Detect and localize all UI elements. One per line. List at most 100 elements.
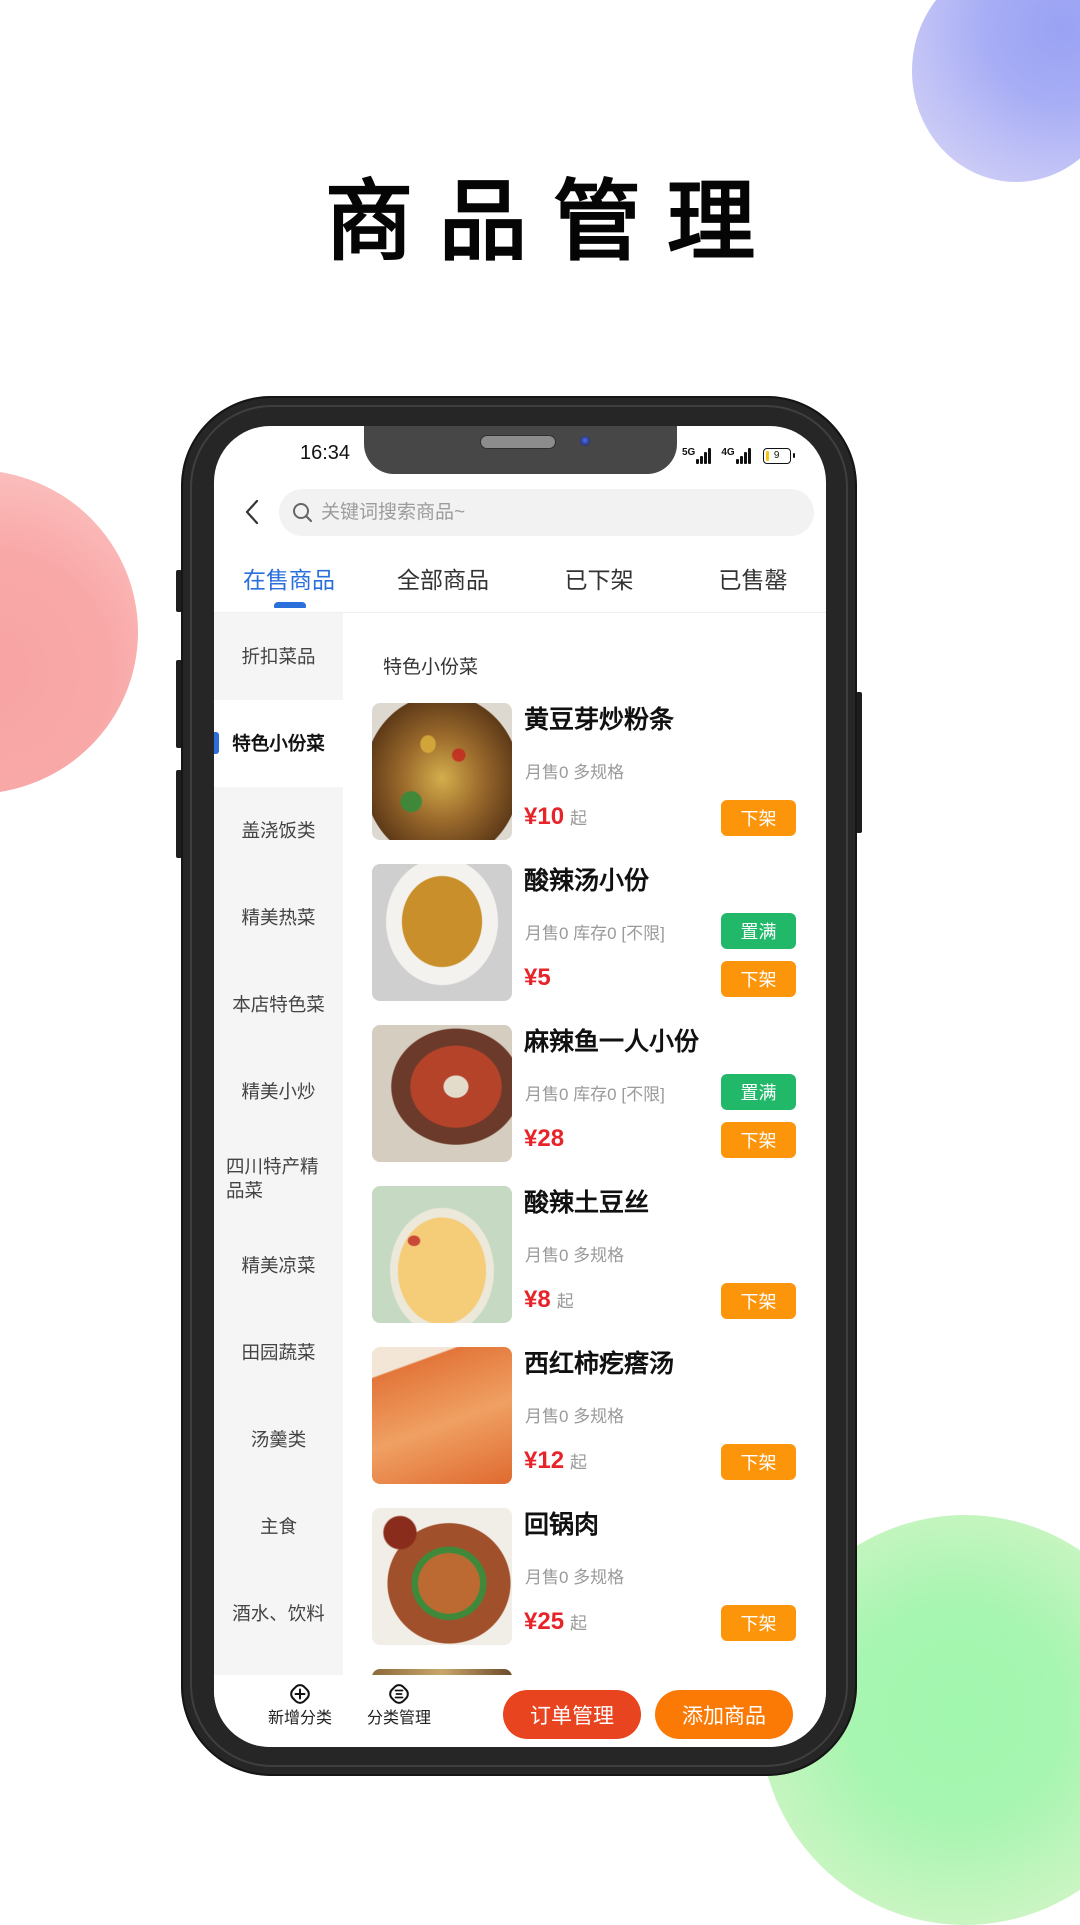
network-label-4g: 4G (721, 447, 735, 458)
tab-sold-out[interactable]: 已售罄 (678, 565, 826, 595)
decorative-blue-circle (912, 0, 1080, 182)
active-tab-indicator (274, 602, 306, 608)
price-value: ¥10 (524, 803, 565, 830)
product-row[interactable]: 黄豆芽炒粉条 月售0 多规格 ¥10 起 下架 (372, 703, 802, 843)
product-stats: 月售0 多规格 (525, 1568, 625, 1587)
product-image (372, 1025, 512, 1162)
status-icons: 5G 4G 9 (682, 442, 795, 464)
product-price: ¥28 (524, 1125, 564, 1156)
product-name: 回锅肉 (524, 1511, 600, 1539)
category-item[interactable]: 折扣菜品 (214, 613, 343, 700)
bottom-action-bar: 新增分类 分类管理 订单管理 添加商品 (214, 1675, 826, 1747)
decorative-pink-circle-clip (0, 470, 138, 794)
product-price: ¥25 起 (524, 1608, 587, 1639)
off-shelf-button[interactable]: 下架 (721, 1605, 796, 1641)
product-image (372, 864, 512, 1001)
active-category-marker (214, 732, 219, 754)
category-label: 汤羹类 (250, 1428, 307, 1450)
product-row[interactable]: 酸辣汤小份 月售0 库存0 [不限] ¥5 置满 下架 (372, 864, 802, 1004)
off-shelf-button[interactable]: 下架 (721, 961, 796, 997)
product-name: 西红柿疙瘩汤 (524, 1350, 675, 1378)
product-price: ¥8 起 (524, 1286, 574, 1317)
phone-notch (364, 426, 677, 474)
product-image (372, 1508, 512, 1645)
tab-off-shelf[interactable]: 已下架 (524, 565, 674, 595)
product-row[interactable]: 西红柿疙瘩汤 月售0 多规格 ¥12 起 下架 (372, 1347, 802, 1487)
category-label: 精美凉菜 (241, 1254, 316, 1276)
category-sidebar: 折扣菜品 特色小份菜 盖浇饭类 精美热菜 本店特色菜 精美小炒 四川特产精品菜 … (214, 613, 343, 1675)
category-item[interactable]: 精美凉菜 (214, 1222, 343, 1309)
fill-stock-button[interactable]: 置满 (721, 1074, 796, 1110)
category-item-active[interactable]: 特色小份菜 (214, 700, 343, 787)
product-name: 酸辣土豆丝 (524, 1189, 650, 1217)
product-stats: 月售0 多规格 (525, 1407, 625, 1426)
front-camera (580, 436, 590, 446)
category-label: 精美小炒 (241, 1080, 316, 1102)
category-item[interactable]: 田园蔬菜 (214, 1309, 343, 1396)
product-name: 麻辣鱼一人小份 (524, 1028, 700, 1056)
product-stats: 月售0 多规格 (525, 763, 625, 782)
fill-stock-button[interactable]: 置满 (721, 913, 796, 949)
category-item[interactable]: 主食 (214, 1483, 343, 1570)
back-button[interactable] (240, 498, 264, 526)
category-label: 本店特色菜 (232, 993, 325, 1015)
category-label: 特色小份菜 (232, 732, 325, 754)
product-name: 黄豆芽炒粉条 (524, 706, 675, 734)
off-shelf-button[interactable]: 下架 (721, 1122, 796, 1158)
product-image (372, 1347, 512, 1484)
category-label: 田园蔬菜 (241, 1341, 316, 1363)
price-suffix: 起 (570, 809, 588, 828)
product-image (372, 1186, 512, 1323)
price-value: ¥5 (524, 964, 551, 991)
order-management-button[interactable]: 订单管理 (503, 1690, 641, 1739)
chevron-left-icon (245, 499, 259, 525)
decorative-pink-circle (0, 470, 138, 794)
product-row[interactable]: 麻辣鱼一人小份 月售0 库存0 [不限] ¥28 置满 下架 (372, 1025, 802, 1165)
battery-level: 9 (773, 450, 780, 461)
category-label: 盖浇饭类 (241, 819, 316, 841)
product-row[interactable]: 回锅肉 月售0 多规格 ¥25 起 下架 (372, 1508, 802, 1648)
price-value: ¥28 (524, 1125, 565, 1152)
price-value: ¥25 (524, 1608, 565, 1635)
category-item[interactable]: 汤羹类 (214, 1396, 343, 1483)
search-icon (293, 503, 313, 523)
battery-level-fill (765, 451, 769, 461)
search-input[interactable] (321, 489, 791, 536)
page-title: 商品管理 (324, 172, 781, 271)
manage-category-button[interactable]: 分类管理 (354, 1681, 444, 1729)
price-value: ¥12 (524, 1447, 565, 1474)
add-category-button[interactable]: 新增分类 (255, 1681, 345, 1729)
signal-4g-icon: 4G (721, 447, 751, 464)
search-bar[interactable] (279, 489, 814, 536)
category-item[interactable]: 盖浇饭类 (214, 787, 343, 874)
network-label-5g: 5G (682, 447, 696, 458)
add-category-label: 新增分类 (267, 1710, 332, 1727)
speaker-grille (481, 436, 555, 448)
section-title: 特色小份菜 (383, 657, 479, 678)
tab-on-sale[interactable]: 在售商品 (214, 565, 364, 595)
category-item[interactable]: 酒水、饮料 (214, 1570, 343, 1657)
product-price: ¥12 起 (524, 1447, 587, 1478)
category-item[interactable]: 本店特色菜 (214, 961, 343, 1048)
add-circle-icon (290, 1684, 310, 1704)
status-time: 16:34 (300, 442, 351, 464)
list-menu-icon (389, 1684, 409, 1704)
category-label: 酒水、饮料 (232, 1602, 325, 1624)
off-shelf-button[interactable]: 下架 (721, 1283, 796, 1319)
battery-icon: 9 (762, 448, 795, 464)
category-item[interactable]: 精美小炒 (214, 1048, 343, 1135)
price-suffix: 起 (570, 1614, 588, 1633)
product-name: 酸辣汤小份 (524, 867, 650, 895)
off-shelf-button[interactable]: 下架 (721, 800, 796, 836)
category-item[interactable]: 四川特产精品菜 (214, 1135, 343, 1222)
off-shelf-button[interactable]: 下架 (721, 1444, 796, 1480)
product-image (372, 703, 512, 840)
product-stats: 月售0 库存0 [不限] (525, 924, 665, 943)
product-price: ¥5 (524, 964, 551, 995)
tab-all-products[interactable]: 全部商品 (368, 565, 518, 595)
add-product-button[interactable]: 添加商品 (655, 1690, 793, 1739)
price-suffix: 起 (570, 1453, 588, 1472)
category-item[interactable]: 精美热菜 (214, 874, 343, 961)
product-stats: 月售0 库存0 [不限] (525, 1085, 665, 1104)
product-row[interactable]: 酸辣土豆丝 月售0 多规格 ¥8 起 下架 (372, 1186, 802, 1326)
